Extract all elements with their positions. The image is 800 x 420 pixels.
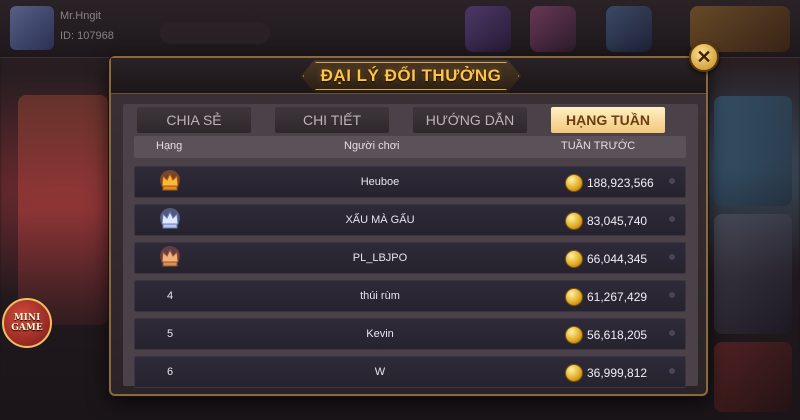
rank-number: 4 [166,290,174,302]
coin-icon [565,174,583,192]
tab-guide[interactable]: HƯỚNG DẪN [413,107,527,133]
username: Mr.Hngit [60,10,101,22]
modal-content: CHIA SẺ CHI TIẾT HƯỚNG DẪN HẠNG TUẦN Hạn… [123,104,698,388]
weekly-amount: 188,923,566 [587,176,654,190]
column-header-player: Người chơi [344,140,400,152]
balance-pill [160,22,270,44]
player-name: Heuboe [360,176,400,188]
user-id: ID: 107968 [60,30,114,42]
lobby-game-icon[interactable] [530,6,576,52]
weekly-amount: 66,044,345 [587,252,648,266]
coin-icon [565,212,583,230]
row-decoration [669,216,675,222]
row-decoration [669,330,675,336]
promo-banner[interactable] [18,95,108,325]
reward-agent-modal: ĐẠI LÝ ĐỔI THƯỞNG CHIA SẺ CHI TIẾT HƯỚNG… [109,56,708,396]
lobby-top-bar: Mr.Hngit ID: 107968 [0,0,800,58]
row-decoration [669,254,675,260]
tab-details[interactable]: CHI TIẾT [275,107,389,133]
mini-game-button[interactable]: MINI GAME [2,298,52,348]
lobby-game-card[interactable] [714,214,792,334]
weekly-amount: 61,267,429 [587,290,648,304]
table-row: 4 thúi rùm 61,267,429 [134,280,686,312]
coin-icon [565,326,583,344]
lobby-game-icon[interactable] [606,6,652,52]
weekly-amount: 83,045,740 [587,214,648,228]
tab-label: CHIA SẺ [166,112,222,128]
table-row: Heuboe 188,923,566 [134,166,686,198]
player-name: PL_LBJPO [352,252,408,264]
row-decoration [669,368,675,374]
title-plate: ĐẠI LÝ ĐỔI THƯỞNG [301,60,521,92]
column-header-last-week: TUẦN TRƯỚC [561,140,636,152]
lobby-game-card[interactable] [714,342,792,412]
modal-title: ĐẠI LÝ ĐỔI THƯỞNG [320,66,502,85]
tab-label: HƯỚNG DẪN [425,112,515,128]
lobby-game-icon[interactable] [465,6,511,52]
avatar[interactable] [10,6,54,50]
tab-share[interactable]: CHIA SẺ [137,107,251,133]
gold-crown-icon [160,170,180,191]
tab-weekly-rank[interactable]: HẠNG TUẦN [551,107,665,133]
tab-label: HẠNG TUẦN [566,112,650,128]
bronze-crown-icon [160,246,180,267]
weekly-amount: 36,999,812 [587,366,648,380]
close-icon: ✕ [696,46,712,67]
close-button[interactable]: ✕ [689,42,719,72]
table-header: Hạng Người chơi TUẦN TRƯỚC [134,136,686,158]
coin-icon [565,364,583,382]
tab-label: CHI TIẾT [302,112,362,128]
table-row: PL_LBJPO 66,044,345 [134,242,686,274]
player-name: XẤU MÀ GẤU [345,214,415,226]
player-name: Kevin [366,328,394,340]
weekly-amount: 56,618,205 [587,328,648,342]
player-name: W [374,366,386,378]
rank-number: 5 [166,328,174,340]
rank-number: 6 [166,366,174,378]
column-header-rank: Hạng [156,140,183,152]
coin-icon [565,250,583,268]
lobby-game-card[interactable] [714,96,792,206]
row-decoration [669,178,675,184]
row-decoration [669,292,675,298]
table-row: 6 W 36,999,812 [134,356,686,388]
modal-header: ĐẠI LÝ ĐỔI THƯỞNG [111,58,706,94]
coin-icon [565,288,583,306]
player-name: thúi rùm [360,290,400,302]
table-row: XẤU MÀ GẤU 83,045,740 [134,204,686,236]
silver-crown-icon [160,208,180,229]
table-row: 5 Kevin 56,618,205 [134,318,686,350]
